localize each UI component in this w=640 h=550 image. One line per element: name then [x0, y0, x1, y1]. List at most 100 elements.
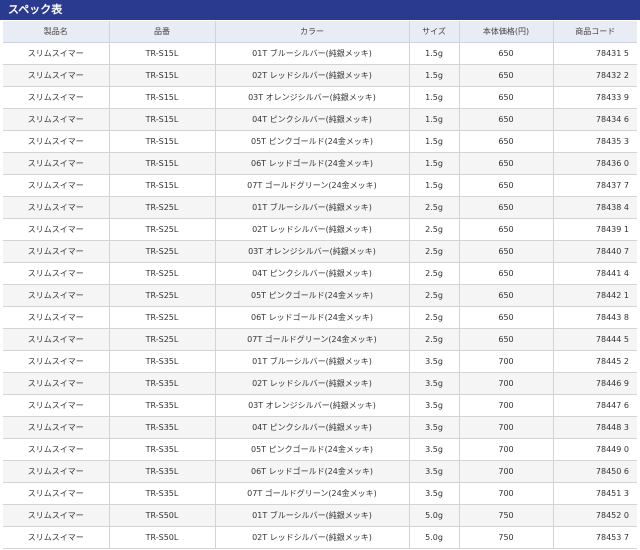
cell-jan-code: 78452 0 [553, 504, 637, 527]
cell-jan-code: 78435 3 [553, 130, 637, 153]
cell-price: 650 [459, 64, 554, 87]
cell-size: 1.5g [409, 130, 460, 153]
table-row: スリムスイマー TR-S15L 06T レッドゴールド(24金メッキ) 1.5g 650… [3, 152, 637, 175]
cell-size: 1.5g [409, 174, 460, 197]
cell-product-code: TR-S15L [109, 108, 216, 131]
cell-jan-code: 78449 0 [553, 438, 637, 461]
cell-size: 2.5g [409, 284, 460, 307]
cell-price: 650 [459, 306, 554, 329]
cell-product-code: TR-S25L [109, 306, 216, 329]
cell-price: 750 [459, 504, 554, 527]
cell-color: 04T ピンクシルバー(純銀メッキ) [215, 416, 410, 439]
cell-size: 1.5g [409, 108, 460, 131]
cell-color: 04T ピンクシルバー(純銀メッキ) [215, 108, 410, 131]
cell-product-name: スリムスイマー [3, 240, 110, 263]
cell-product-code: TR-S35L [109, 438, 216, 461]
cell-jan-code: 78436 0 [553, 152, 637, 175]
table-row: スリムスイマー TR-S15L 01T ブルーシルバー(純銀メッキ) 1.5g 650 7… [3, 42, 637, 65]
cell-price: 650 [459, 328, 554, 351]
cell-price: 700 [459, 416, 554, 439]
table-row: スリムスイマー TR-S15L 04T ピンクシルバー(純銀メッキ) 1.5g 650 7… [3, 108, 637, 131]
cell-jan-code: 78453 7 [553, 526, 637, 549]
cell-product-code: TR-S50L [109, 526, 216, 549]
cell-product-code: TR-S25L [109, 262, 216, 285]
table-row: スリムスイマー TR-S15L 07T ゴールドグリーン(24金メッキ) 1.5g 65… [3, 174, 637, 197]
cell-product-code: TR-S25L [109, 284, 216, 307]
cell-product-code: TR-S15L [109, 86, 216, 109]
cell-size: 3.5g [409, 350, 460, 373]
table-row: スリムスイマー TR-S35L 01T ブルーシルバー(純銀メッキ) 3.5g 700 7… [3, 350, 637, 373]
cell-product-name: スリムスイマー [3, 416, 110, 439]
cell-color: 01T ブルーシルバー(純銀メッキ) [215, 196, 410, 219]
cell-product-name: スリムスイマー [3, 482, 110, 505]
cell-price: 700 [459, 438, 554, 461]
cell-color: 03T オレンジシルバー(純銀メッキ) [215, 394, 410, 417]
cell-price: 700 [459, 460, 554, 483]
cell-price: 650 [459, 86, 554, 109]
cell-price: 650 [459, 240, 554, 263]
cell-color: 03T オレンジシルバー(純銀メッキ) [215, 240, 410, 263]
cell-price: 650 [459, 196, 554, 219]
cell-color: 07T ゴールドグリーン(24金メッキ) [215, 174, 410, 197]
cell-product-code: TR-S15L [109, 64, 216, 87]
table-row: スリムスイマー TR-S25L 06T レッドゴールド(24金メッキ) 2.5g 650… [3, 306, 637, 329]
cell-color: 02T レッドシルバー(純銀メッキ) [215, 372, 410, 395]
cell-jan-code: 78437 7 [553, 174, 637, 197]
cell-product-name: スリムスイマー [3, 526, 110, 549]
cell-color: 01T ブルーシルバー(純銀メッキ) [215, 42, 410, 65]
header-color: カラー [215, 21, 410, 43]
table-row: スリムスイマー TR-S35L 04T ピンクシルバー(純銀メッキ) 3.5g 700 7… [3, 416, 637, 439]
cell-product-code: TR-S35L [109, 350, 216, 373]
cell-size: 2.5g [409, 262, 460, 285]
cell-product-code: TR-S15L [109, 174, 216, 197]
table-row: スリムスイマー TR-S15L 02T レッドシルバー(純銀メッキ) 1.5g 650 7… [3, 64, 637, 87]
table-row: スリムスイマー TR-S15L 05T ピンクゴールド(24金メッキ) 1.5g 650… [3, 130, 637, 153]
cell-jan-code: 78450 6 [553, 460, 637, 483]
table-row: スリムスイマー TR-S35L 07T ゴールドグリーン(24金メッキ) 3.5g 70… [3, 482, 637, 505]
cell-color: 06T レッドゴールド(24金メッキ) [215, 306, 410, 329]
cell-color: 06T レッドゴールド(24金メッキ) [215, 152, 410, 175]
spec-table: 製品名 品番 カラー サイズ 本体価格(円) 商品コード スリムスイマー TR-S… [3, 21, 637, 549]
header-size: サイズ [409, 21, 460, 43]
cell-jan-code: 78443 8 [553, 306, 637, 329]
cell-size: 1.5g [409, 152, 460, 175]
cell-product-code: TR-S25L [109, 196, 216, 219]
cell-size: 3.5g [409, 372, 460, 395]
cell-size: 5.0g [409, 504, 460, 527]
cell-price: 700 [459, 394, 554, 417]
cell-product-code: TR-S35L [109, 460, 216, 483]
cell-product-code: TR-S25L [109, 240, 216, 263]
table-row: スリムスイマー TR-S50L 01T ブルーシルバー(純銀メッキ) 5.0g 750 7… [3, 504, 637, 527]
cell-price: 700 [459, 350, 554, 373]
table-row: スリムスイマー TR-S25L 01T ブルーシルバー(純銀メッキ) 2.5g 650 7… [3, 196, 637, 219]
cell-product-code: TR-S35L [109, 372, 216, 395]
cell-product-name: スリムスイマー [3, 460, 110, 483]
cell-product-name: スリムスイマー [3, 394, 110, 417]
cell-price: 700 [459, 482, 554, 505]
cell-product-code: TR-S15L [109, 152, 216, 175]
cell-product-code: TR-S25L [109, 218, 216, 241]
cell-color: 05T ピンクゴールド(24金メッキ) [215, 284, 410, 307]
cell-color: 07T ゴールドグリーン(24金メッキ) [215, 328, 410, 351]
header-product-name: 製品名 [3, 21, 110, 43]
cell-price: 650 [459, 284, 554, 307]
header-price: 本体価格(円) [459, 21, 554, 43]
cell-product-name: スリムスイマー [3, 152, 110, 175]
cell-product-name: スリムスイマー [3, 64, 110, 87]
cell-price: 700 [459, 372, 554, 395]
cell-product-code: TR-S15L [109, 42, 216, 65]
cell-color: 01T ブルーシルバー(純銀メッキ) [215, 504, 410, 527]
cell-size: 2.5g [409, 196, 460, 219]
cell-color: 01T ブルーシルバー(純銀メッキ) [215, 350, 410, 373]
cell-jan-code: 78448 3 [553, 416, 637, 439]
cell-jan-code: 78440 7 [553, 240, 637, 263]
cell-jan-code: 78438 4 [553, 196, 637, 219]
table-row: スリムスイマー TR-S50L 02T レッドシルバー(純銀メッキ) 5.0g 750 7… [3, 526, 637, 549]
cell-size: 1.5g [409, 64, 460, 87]
cell-product-code: TR-S35L [109, 416, 216, 439]
spec-table-title: スペック表 [0, 0, 640, 20]
cell-product-name: スリムスイマー [3, 306, 110, 329]
cell-color: 03T オレンジシルバー(純銀メッキ) [215, 86, 410, 109]
cell-size: 3.5g [409, 482, 460, 505]
cell-color: 05T ピンクゴールド(24金メッキ) [215, 130, 410, 153]
